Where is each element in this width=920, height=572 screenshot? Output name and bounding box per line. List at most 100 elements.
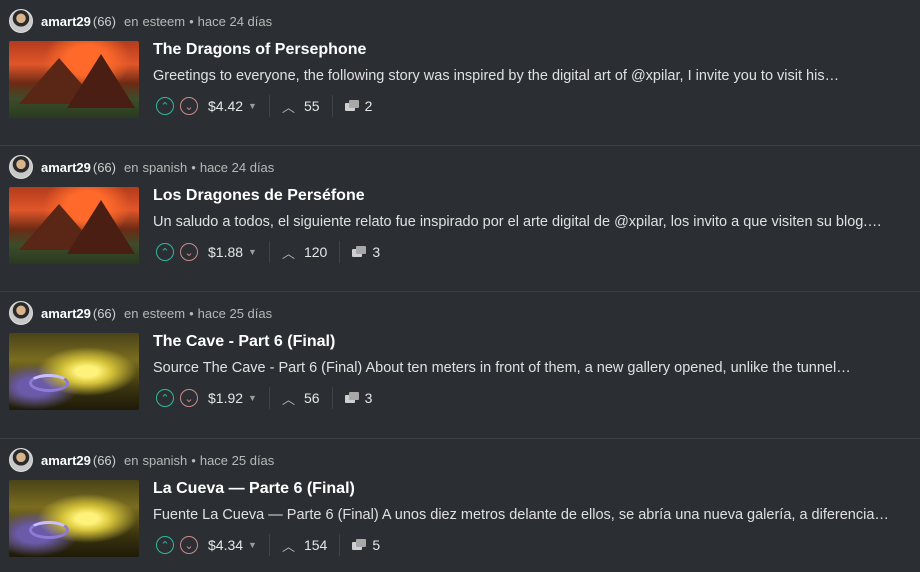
payout-value: $4.42 <box>208 98 244 114</box>
author-reputation: (66) <box>92 452 116 468</box>
comments-icon <box>344 392 359 404</box>
post-summary[interactable]: Greetings to everyone, the following sto… <box>153 68 905 84</box>
post-actions: ⌃ ⌄ $1.88 ▼ ︿ 120 3 <box>156 241 380 263</box>
comments-value: 3 <box>364 390 373 406</box>
divider <box>268 387 270 409</box>
downvote-icon[interactable]: ⌄ <box>180 536 198 554</box>
payout-value: $1.88 <box>208 244 244 260</box>
post-title[interactable]: The Cave - Part 6 (Final) <box>153 333 335 351</box>
upvote-icon[interactable]: ⌃ <box>156 389 174 407</box>
community-link[interactable]: esteem <box>142 306 185 321</box>
payout-value: $4.34 <box>208 537 244 553</box>
votes-value: 55 <box>303 98 320 114</box>
community-link[interactable]: spanish <box>142 160 187 175</box>
comments-link[interactable]: 2 <box>344 98 373 114</box>
post-actions: ⌃ ⌄ $4.34 ▼ ︿ 154 5 <box>156 534 380 556</box>
author-avatar[interactable] <box>9 448 33 472</box>
author-name[interactable]: amart29 <box>41 453 91 468</box>
post-item: amart29 (66) en esteem • hace 24 días Th… <box>0 0 920 146</box>
comments-link[interactable]: 5 <box>352 537 380 553</box>
comments-value: 3 <box>372 244 381 260</box>
author-name[interactable]: amart29 <box>41 306 91 321</box>
downvote-icon[interactable]: ⌄ <box>180 243 198 261</box>
post-time: hace 25 días <box>197 305 273 321</box>
post-header: amart29 (66) en esteem • hace 25 días <box>9 301 272 325</box>
divider <box>331 387 333 409</box>
divider <box>268 534 270 556</box>
community-prefix: en <box>124 13 139 29</box>
author-reputation: (66) <box>92 13 116 29</box>
post-title[interactable]: The Dragons of Persephone <box>153 41 366 59</box>
votes-count[interactable]: ︿ 154 <box>282 536 327 555</box>
payout-value: $1.92 <box>208 390 244 406</box>
votes-count[interactable]: ︿ 56 <box>282 389 320 408</box>
post-summary[interactable]: Un saludo a todos, el siguiente relato f… <box>153 214 905 230</box>
author-reputation: (66) <box>92 305 116 321</box>
post-time: hace 25 días <box>199 452 275 468</box>
caret-down-icon[interactable]: ▼ <box>248 101 257 111</box>
post-item: amart29 (66) en spanish • hace 25 días L… <box>0 439 920 572</box>
downvote-icon[interactable]: ⌄ <box>180 389 198 407</box>
comments-link[interactable]: 3 <box>344 390 373 406</box>
post-header: amart29 (66) en esteem • hace 24 días <box>9 9 272 33</box>
post-summary[interactable]: Source The Cave - Part 6 (Final) About t… <box>153 360 905 376</box>
chevron-up-icon: ︿ <box>281 391 295 407</box>
comments-icon <box>352 539 367 551</box>
post-actions: ⌃ ⌄ $4.42 ▼ ︿ 55 2 <box>156 95 372 117</box>
post-header: amart29 (66) en spanish • hace 24 días <box>9 155 274 179</box>
votes-value: 154 <box>303 537 328 553</box>
post-item: amart29 (66) en spanish • hace 24 días L… <box>0 146 920 292</box>
post-time: hace 24 días <box>197 13 273 29</box>
payout[interactable]: $4.34 ▼ <box>208 537 257 553</box>
comments-value: 5 <box>372 537 381 553</box>
comments-link[interactable]: 3 <box>352 244 380 260</box>
community-prefix: en <box>124 159 139 175</box>
votes-count[interactable]: ︿ 55 <box>282 97 320 116</box>
comments-icon <box>344 100 359 112</box>
caret-down-icon[interactable]: ▼ <box>248 393 257 403</box>
chevron-up-icon: ︿ <box>281 245 295 261</box>
post-thumbnail[interactable] <box>9 333 139 410</box>
post-thumbnail[interactable] <box>9 41 139 118</box>
upvote-icon[interactable]: ⌃ <box>156 243 174 261</box>
community-link[interactable]: spanish <box>142 453 187 468</box>
author-avatar[interactable] <box>9 155 33 179</box>
votes-value: 56 <box>303 390 320 406</box>
caret-down-icon[interactable]: ▼ <box>248 247 257 257</box>
divider <box>339 534 341 556</box>
caret-down-icon[interactable]: ▼ <box>248 540 257 550</box>
post-thumbnail[interactable] <box>9 480 139 557</box>
post-time: hace 24 días <box>199 159 275 175</box>
divider <box>331 95 333 117</box>
author-reputation: (66) <box>92 159 116 175</box>
post-summary[interactable]: Fuente La Cueva — Parte 6 (Final) A unos… <box>153 507 905 523</box>
upvote-icon[interactable]: ⌃ <box>156 97 174 115</box>
votes-count[interactable]: ︿ 120 <box>282 243 327 262</box>
divider <box>268 241 270 263</box>
upvote-icon[interactable]: ⌃ <box>156 536 174 554</box>
post-title[interactable]: La Cueva — Parte 6 (Final) <box>153 480 355 498</box>
payout[interactable]: $1.92 ▼ <box>208 390 257 406</box>
community-link[interactable]: esteem <box>142 14 185 29</box>
author-name[interactable]: amart29 <box>41 160 91 175</box>
payout[interactable]: $1.88 ▼ <box>208 244 257 260</box>
chevron-up-icon: ︿ <box>281 538 295 554</box>
comments-icon <box>352 246 367 258</box>
chevron-up-icon: ︿ <box>281 99 295 115</box>
post-actions: ⌃ ⌄ $1.92 ▼ ︿ 56 3 <box>156 387 372 409</box>
post-feed: amart29 (66) en esteem • hace 24 días Th… <box>0 0 920 572</box>
votes-value: 120 <box>303 244 328 260</box>
divider <box>339 241 341 263</box>
author-avatar[interactable] <box>9 9 33 33</box>
post-title[interactable]: Los Dragones de Perséfone <box>153 187 365 205</box>
author-avatar[interactable] <box>9 301 33 325</box>
payout[interactable]: $4.42 ▼ <box>208 98 257 114</box>
author-name[interactable]: amart29 <box>41 14 91 29</box>
divider <box>268 95 270 117</box>
downvote-icon[interactable]: ⌄ <box>180 97 198 115</box>
post-thumbnail[interactable] <box>9 187 139 264</box>
community-prefix: en <box>124 305 139 321</box>
post-header: amart29 (66) en spanish • hace 25 días <box>9 448 274 472</box>
community-prefix: en <box>124 452 139 468</box>
comments-value: 2 <box>364 98 373 114</box>
